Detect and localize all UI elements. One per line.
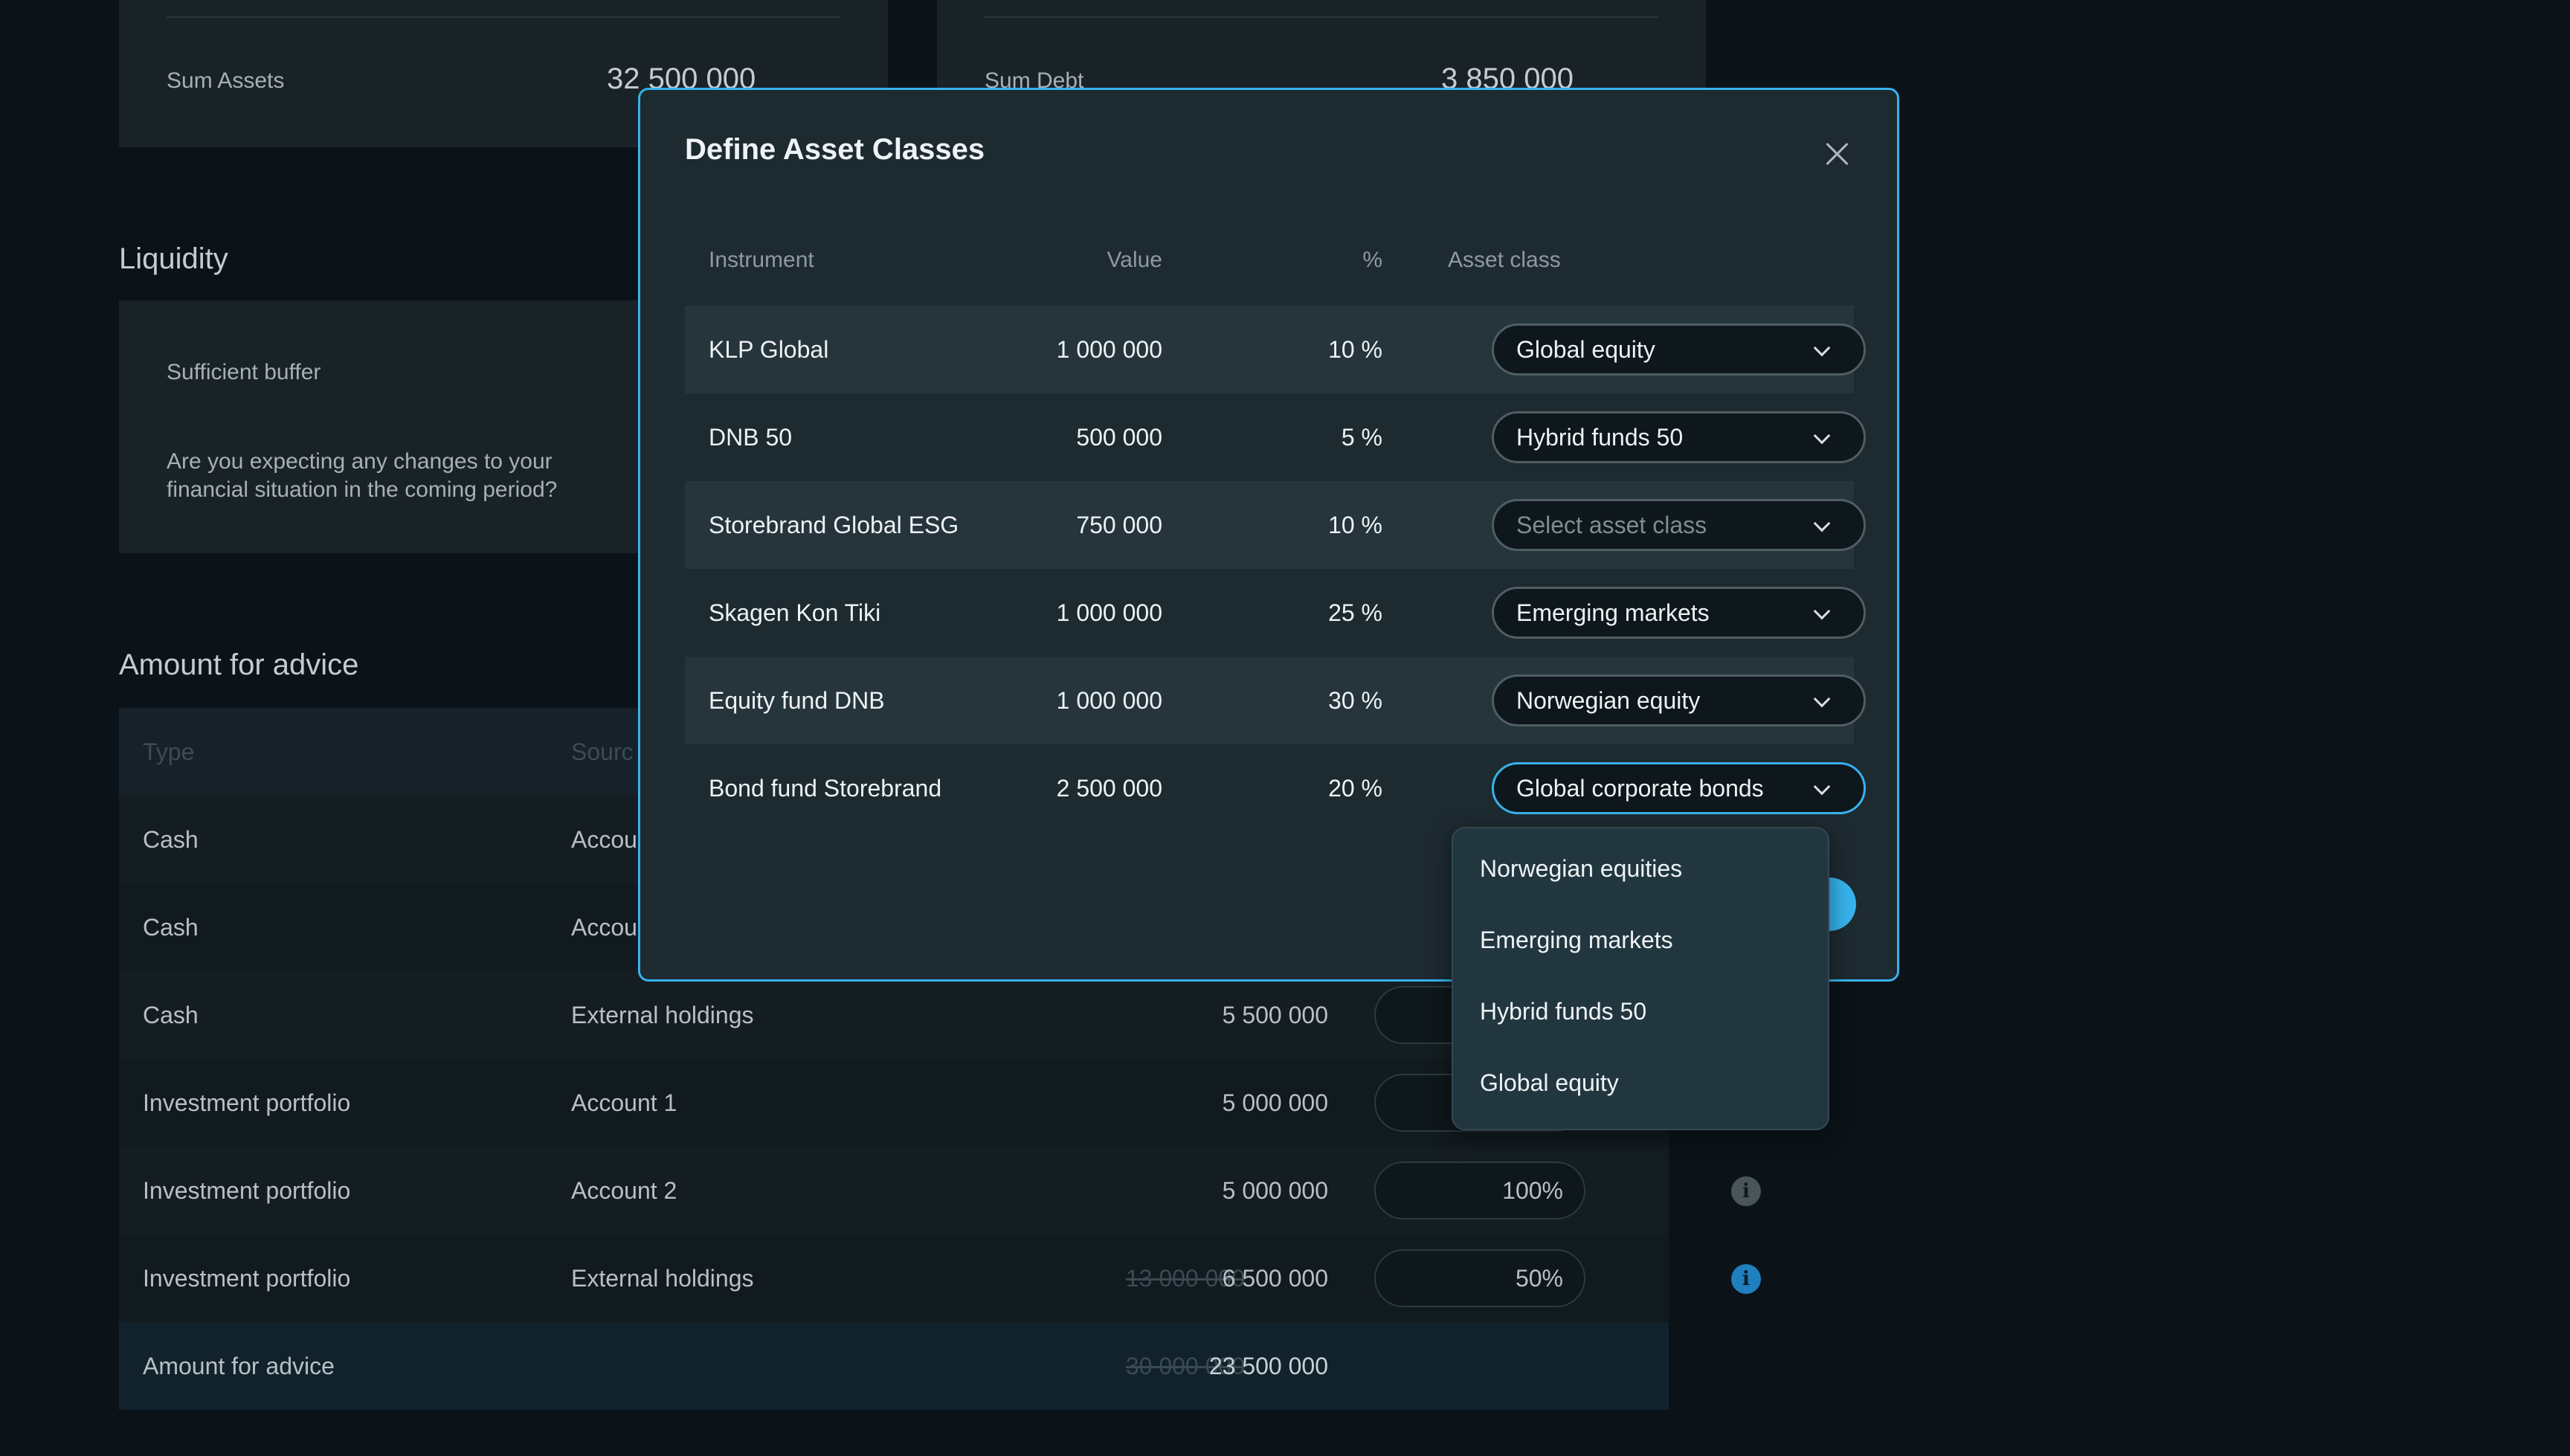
row-source: Accou [571, 826, 637, 853]
chevron-down-icon [1813, 515, 1831, 532]
instrument-name: KLP Global [709, 336, 829, 363]
asset-class-value: Emerging markets [1516, 599, 1710, 626]
table-row: Skagen Kon Tiki 1 000 000 25 % Emerging … [685, 569, 1866, 657]
row-type: Investment portfolio [143, 1089, 351, 1116]
dropdown-option-norwegian-equities[interactable]: Norwegian equities [1480, 855, 1682, 883]
info-icon[interactable]: i [1731, 1264, 1761, 1294]
instrument-value: 750 000 [1076, 512, 1162, 538]
table-row: DNB 50 500 000 5 % Hybrid funds 50 [685, 393, 1866, 481]
table-row: Investment portfolio External holdings 1… [119, 1234, 1761, 1322]
instrument-value: 2 500 000 [1056, 775, 1162, 802]
table-row: Bond fund Storebrand 2 500 000 20 % Glob… [685, 744, 1866, 832]
asset-class-dropdown: Norwegian equities Emerging markets Hybr… [1452, 827, 1829, 1130]
row-source: Account 1 [571, 1089, 677, 1116]
chevron-down-icon [1813, 427, 1831, 445]
header-type: Type [143, 738, 195, 765]
asset-class-value: Global corporate bonds [1516, 775, 1764, 802]
instrument-name: Storebrand Global ESG [709, 512, 959, 538]
asset-class-value: Hybrid funds 50 [1516, 424, 1684, 451]
asset-class-select[interactable]: Norwegian equity [1492, 674, 1866, 727]
chevron-down-icon [1813, 778, 1831, 796]
dropdown-option-hybrid-funds-50[interactable]: Hybrid funds 50 [1480, 998, 1646, 1025]
changes-question-line1: Are you expecting any changes to your [167, 449, 553, 474]
row-type: Cash [143, 826, 199, 853]
dropdown-option-global-equity[interactable]: Global equity [1480, 1069, 1619, 1097]
row-source: Account 2 [571, 1177, 677, 1204]
instrument-percent: 5 % [1341, 424, 1382, 451]
table-row: Cash External holdings 5 500 000 [119, 971, 1669, 1059]
liquidity-title: Liquidity [119, 242, 228, 275]
row-source: External holdings [571, 1265, 754, 1292]
table-row: Investment portfolio Account 1 5 000 000 [119, 1059, 1669, 1147]
instrument-percent: 25 % [1328, 599, 1382, 626]
instrument-percent: 30 % [1328, 687, 1382, 714]
asset-class-select[interactable]: Hybrid funds 50 [1492, 411, 1866, 463]
row-value: 5 000 000 [1222, 1089, 1328, 1116]
header-source: Sourc [571, 738, 634, 765]
total-label: Amount for advice [143, 1353, 335, 1379]
instrument-value: 1 000 000 [1056, 336, 1162, 363]
row-source: External holdings [571, 1002, 754, 1028]
asset-class-select[interactable]: Global corporate bonds [1492, 762, 1866, 814]
dropdown-option-emerging-markets[interactable]: Emerging markets [1480, 927, 1673, 954]
instrument-percent: 10 % [1328, 336, 1382, 363]
asset-class-select[interactable]: Emerging markets [1492, 587, 1866, 639]
changes-question-line2: financial situation in the coming period… [167, 477, 558, 502]
instrument-value: 1 000 000 [1056, 687, 1162, 714]
chevron-down-icon [1813, 602, 1831, 620]
row-value: 6 500 000 [1222, 1265, 1328, 1292]
instrument-name: Equity fund DNB [709, 687, 885, 714]
instrument-percent: 10 % [1328, 512, 1382, 538]
row-value: 5 000 000 [1222, 1177, 1328, 1204]
sum-assets-label: Sum Assets [167, 68, 285, 93]
instrument-name: Skagen Kon Tiki [709, 599, 881, 626]
total-value: 23 500 000 [1208, 1353, 1328, 1379]
instrument-name: Bond fund Storebrand [709, 775, 942, 802]
chevron-down-icon [1813, 690, 1831, 708]
row-type: Cash [143, 914, 199, 941]
table-row: KLP Global 1 000 000 10 % Global equity [685, 306, 1866, 393]
instrument-name: DNB 50 [709, 424, 793, 451]
divider [985, 16, 1658, 18]
column-header-instrument: Instrument [709, 248, 814, 272]
advice-total-row: Amount for advice 30 000 000 23 500 000 [119, 1322, 1669, 1410]
asset-class-value: Global equity [1516, 336, 1655, 363]
instrument-value: 500 000 [1076, 424, 1162, 451]
table-row: Equity fund DNB 1 000 000 30 % Norwegian… [685, 657, 1866, 744]
table-row: Investment portfolio Account 2 5 000 000… [119, 1147, 1761, 1234]
percent-input[interactable]: 50% [1374, 1249, 1585, 1307]
divider [167, 16, 840, 18]
column-header-asset-class: Asset class [1448, 248, 1561, 272]
percent-input[interactable]: 100% [1374, 1162, 1585, 1220]
table-row: Storebrand Global ESG 750 000 10 % Selec… [685, 481, 1866, 569]
amount-for-advice-title: Amount for advice [119, 648, 359, 681]
asset-class-placeholder: Select asset class [1516, 512, 1707, 538]
column-header-percent: % [1362, 248, 1382, 272]
row-type: Cash [143, 1002, 199, 1028]
close-icon[interactable] [1821, 138, 1854, 170]
info-icon[interactable]: i [1731, 1176, 1761, 1206]
column-header-value: Value [1107, 248, 1162, 272]
row-source: Accou [571, 914, 637, 941]
sufficient-buffer-label: Sufficient buffer [167, 360, 321, 384]
asset-class-select[interactable]: Global equity [1492, 323, 1866, 376]
instrument-value: 1 000 000 [1056, 599, 1162, 626]
asset-class-value: Norwegian equity [1516, 687, 1701, 714]
row-value: 5 500 000 [1222, 1002, 1328, 1028]
row-type: Investment portfolio [143, 1177, 351, 1204]
instrument-percent: 20 % [1328, 775, 1382, 802]
row-type: Investment portfolio [143, 1265, 351, 1292]
asset-class-select[interactable]: Select asset class [1492, 499, 1866, 551]
modal-title: Define Asset Classes [685, 133, 985, 166]
chevron-down-icon [1813, 339, 1831, 357]
